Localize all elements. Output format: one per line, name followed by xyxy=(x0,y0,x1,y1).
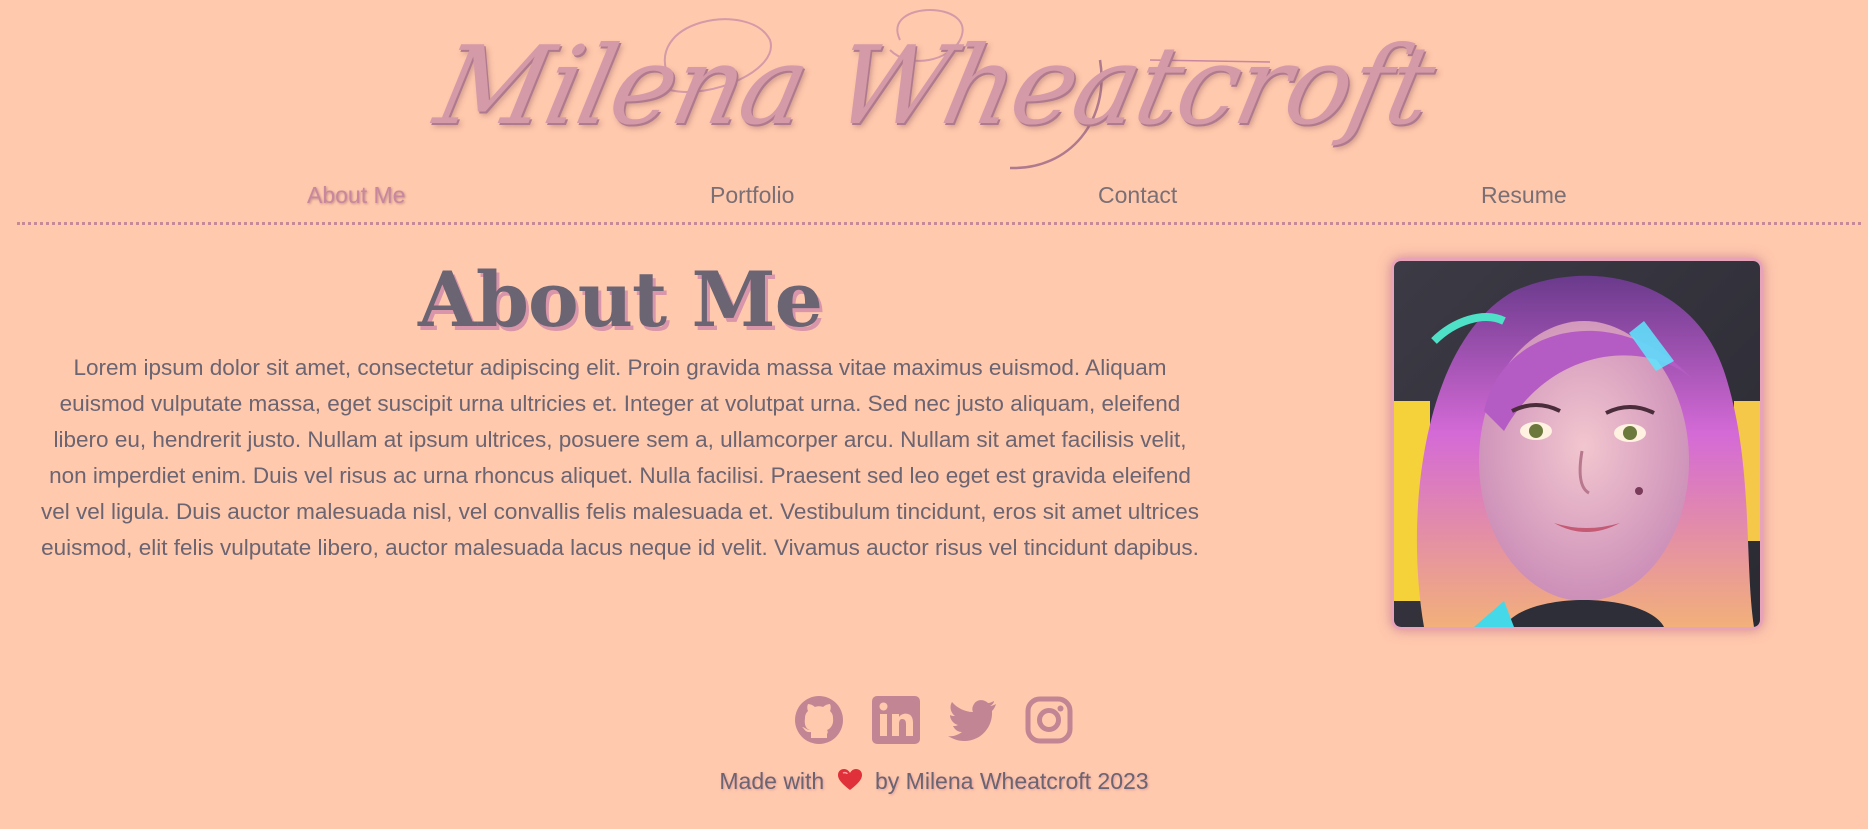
page: Milena Wheatcroft About Me Portfolio Con… xyxy=(0,0,1868,829)
about-paragraph: Lorem ipsum dolor sit amet, consectetur … xyxy=(0,350,1240,566)
linkedin-link[interactable] xyxy=(870,694,922,746)
twitter-icon xyxy=(948,700,997,741)
about-section: About Me Lorem ipsum dolor sit amet, con… xyxy=(0,250,1240,566)
about-line: Lorem ipsum dolor sit amet, consectetur … xyxy=(73,355,1167,380)
social-links xyxy=(0,694,1868,748)
heart-icon xyxy=(837,769,862,790)
nav-divider xyxy=(17,222,1861,225)
nav-item-resume[interactable]: Resume xyxy=(1481,176,1567,214)
linkedin-icon xyxy=(871,696,920,744)
instagram-link[interactable] xyxy=(1023,694,1075,746)
nav-item-portfolio[interactable]: Portfolio xyxy=(710,176,794,214)
footer-credits: Made with by Milena Wheatcroft 2023 xyxy=(0,764,1868,798)
portrait-illustration xyxy=(1394,261,1760,627)
nav-item-contact[interactable]: Contact xyxy=(1098,176,1177,214)
about-line: libero eu, hendrerit justo. Nullam at ip… xyxy=(53,427,1187,452)
footer-made-with: Made with xyxy=(719,768,825,794)
about-title: About Me xyxy=(417,255,823,344)
profile-portrait-image xyxy=(1391,258,1763,630)
footer-author: by Milena Wheatcroft 2023 xyxy=(875,768,1149,794)
nav-item-about-me[interactable]: About Me xyxy=(307,176,405,214)
about-line: euismod vulputate massa, eget suscipit u… xyxy=(59,391,1181,416)
logo-text: Milena Wheatcroft xyxy=(425,24,1443,149)
main-nav: About Me Portfolio Contact Resume xyxy=(0,176,1868,214)
instagram-icon xyxy=(1025,696,1073,744)
about-line: non imperdiet enim. Duis vel risus ac ur… xyxy=(49,463,1191,488)
github-icon xyxy=(795,696,844,744)
site-logo[interactable]: Milena Wheatcroft xyxy=(0,0,1868,175)
about-line: vel vel ligula. Duis auctor malesuada ni… xyxy=(40,499,1200,524)
github-link[interactable] xyxy=(793,694,845,746)
twitter-link[interactable] xyxy=(946,694,998,746)
about-line: euismod, elit felis vulputate libero, au… xyxy=(41,535,1199,560)
